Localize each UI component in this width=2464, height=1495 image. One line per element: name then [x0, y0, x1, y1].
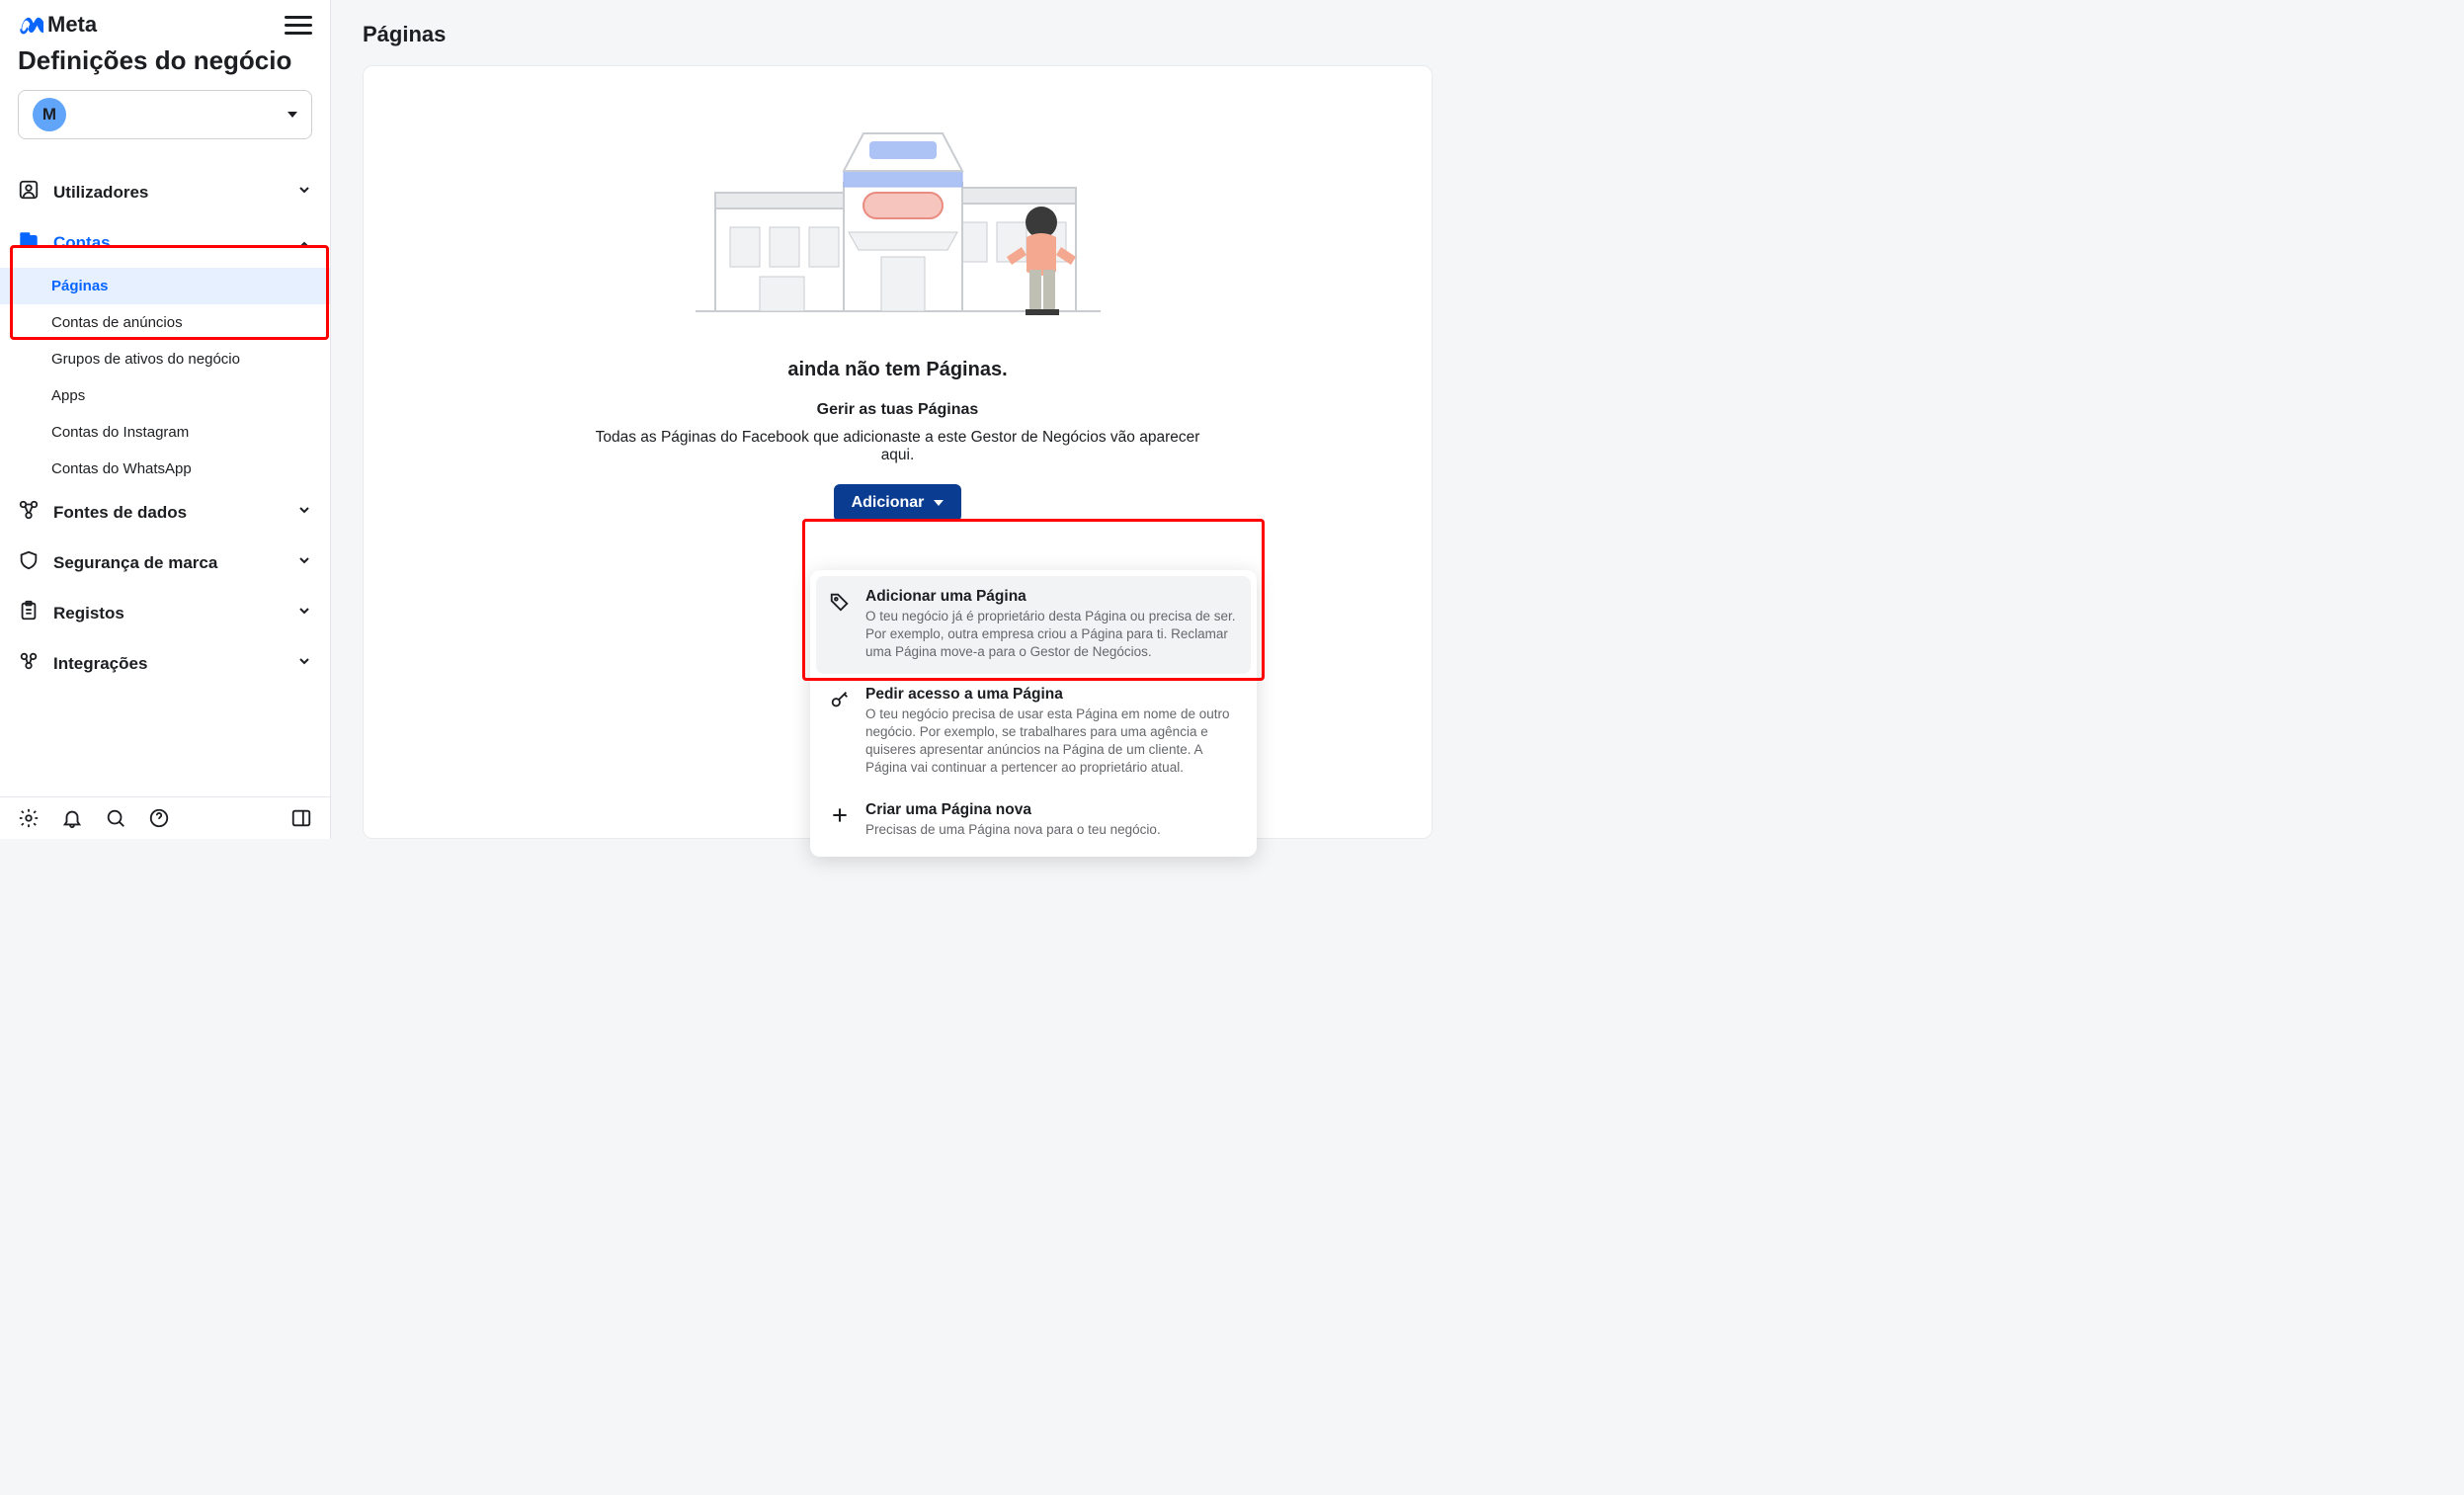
dropdown-title: Adicionar uma Página: [865, 588, 1239, 606]
add-button[interactable]: Adicionar: [834, 484, 962, 522]
sidebar-page-title: Definições do negócio: [18, 45, 312, 76]
data-sources-icon: [18, 499, 40, 526]
clipboard-icon: [18, 600, 40, 626]
main-header: Páginas: [331, 0, 1464, 65]
nav-sub-asset-groups[interactable]: Grupos de ativos do negócio: [0, 341, 330, 377]
nav-label-brand-safety: Segurança de marca: [53, 553, 217, 573]
empty-state-illustration: [686, 94, 1110, 341]
meta-logo-icon: [18, 12, 43, 38]
dropdown-desc: O teu negócio precisa de usar esta Págin…: [865, 706, 1239, 778]
panel-toggle-icon[interactable]: [290, 807, 312, 829]
help-icon[interactable]: [148, 807, 170, 829]
brand-name: Meta: [47, 12, 97, 38]
dropdown-title: Pedir acesso a uma Página: [865, 686, 1239, 704]
shield-icon: [18, 549, 40, 576]
add-dropdown: Adicionar uma Página O teu negócio já é …: [810, 570, 1257, 857]
nav: Utilizadores Contas Páginas Contas de an…: [0, 167, 330, 796]
nav-sub-ad-accounts[interactable]: Contas de anúncios: [0, 304, 330, 341]
chevron-down-icon: [296, 552, 312, 573]
empty-state-subheading: Gerir as tuas Páginas: [817, 401, 979, 419]
nav-sub-pages[interactable]: Páginas: [0, 268, 330, 304]
nav-section-data-sources[interactable]: Fontes de dados: [0, 487, 330, 538]
nav-label-integrations: Integrações: [53, 654, 147, 674]
dropdown-desc: O teu negócio já é proprietário desta Pá…: [865, 608, 1239, 662]
empty-state-heading: ainda não tem Páginas.: [787, 359, 1007, 381]
nav-section-integrations[interactable]: Integrações: [0, 638, 330, 689]
dropdown-item-request-access[interactable]: Pedir acesso a uma Página O teu negócio …: [816, 674, 1251, 789]
chevron-down-icon: [296, 182, 312, 203]
tag-icon: [828, 590, 852, 614]
nav-label-accounts: Contas: [53, 233, 111, 253]
users-icon: [18, 179, 40, 206]
account-avatar: M: [33, 98, 66, 131]
nav-section-brand-safety[interactable]: Segurança de marca: [0, 538, 330, 588]
brand-row: Meta: [18, 12, 312, 38]
sidebar: Meta Definições do negócio M Utilizadore…: [0, 0, 331, 839]
dropdown-desc: Precisas de uma Página nova para o teu n…: [865, 821, 1161, 839]
dropdown-item-create-page[interactable]: Criar uma Página nova Precisas de uma Pá…: [816, 789, 1251, 851]
caret-down-icon: [934, 500, 944, 506]
account-selector[interactable]: M: [18, 90, 312, 139]
nav-section-records[interactable]: Registos: [0, 588, 330, 638]
nav-section-accounts[interactable]: Contas: [0, 217, 330, 268]
key-icon: [828, 688, 852, 711]
chevron-up-icon: [296, 232, 312, 253]
plus-icon: [828, 803, 852, 827]
dropdown-title: Criar uma Página nova: [865, 801, 1161, 819]
settings-icon[interactable]: [18, 807, 40, 829]
empty-state-description: Todas as Páginas do Facebook que adicion…: [582, 429, 1214, 464]
integrations-icon: [18, 650, 40, 677]
add-button-label: Adicionar: [852, 494, 925, 512]
search-icon[interactable]: [105, 807, 126, 829]
sidebar-top: Meta Definições do negócio M: [0, 0, 330, 167]
hamburger-menu-icon[interactable]: [285, 16, 312, 35]
chevron-down-icon: [296, 653, 312, 674]
chevron-down-icon: [296, 603, 312, 623]
meta-brand[interactable]: Meta: [18, 12, 97, 38]
nav-sub-instagram[interactable]: Contas do Instagram: [0, 414, 330, 451]
nav-sub-accounts: Páginas Contas de anúncios Grupos de ati…: [0, 268, 330, 487]
chevron-down-icon: [296, 502, 312, 523]
nav-label-data-sources: Fontes de dados: [53, 503, 187, 523]
nav-label-users: Utilizadores: [53, 183, 148, 203]
nav-label-records: Registos: [53, 604, 124, 623]
accounts-icon: [18, 229, 40, 256]
caret-down-icon: [287, 112, 297, 118]
dropdown-item-add-page[interactable]: Adicionar uma Página O teu negócio já é …: [816, 576, 1251, 674]
sidebar-footer: [0, 796, 330, 839]
nav-sub-whatsapp[interactable]: Contas do WhatsApp: [0, 451, 330, 487]
nav-sub-apps[interactable]: Apps: [0, 377, 330, 414]
nav-section-users[interactable]: Utilizadores: [0, 167, 330, 217]
notifications-icon[interactable]: [61, 807, 83, 829]
